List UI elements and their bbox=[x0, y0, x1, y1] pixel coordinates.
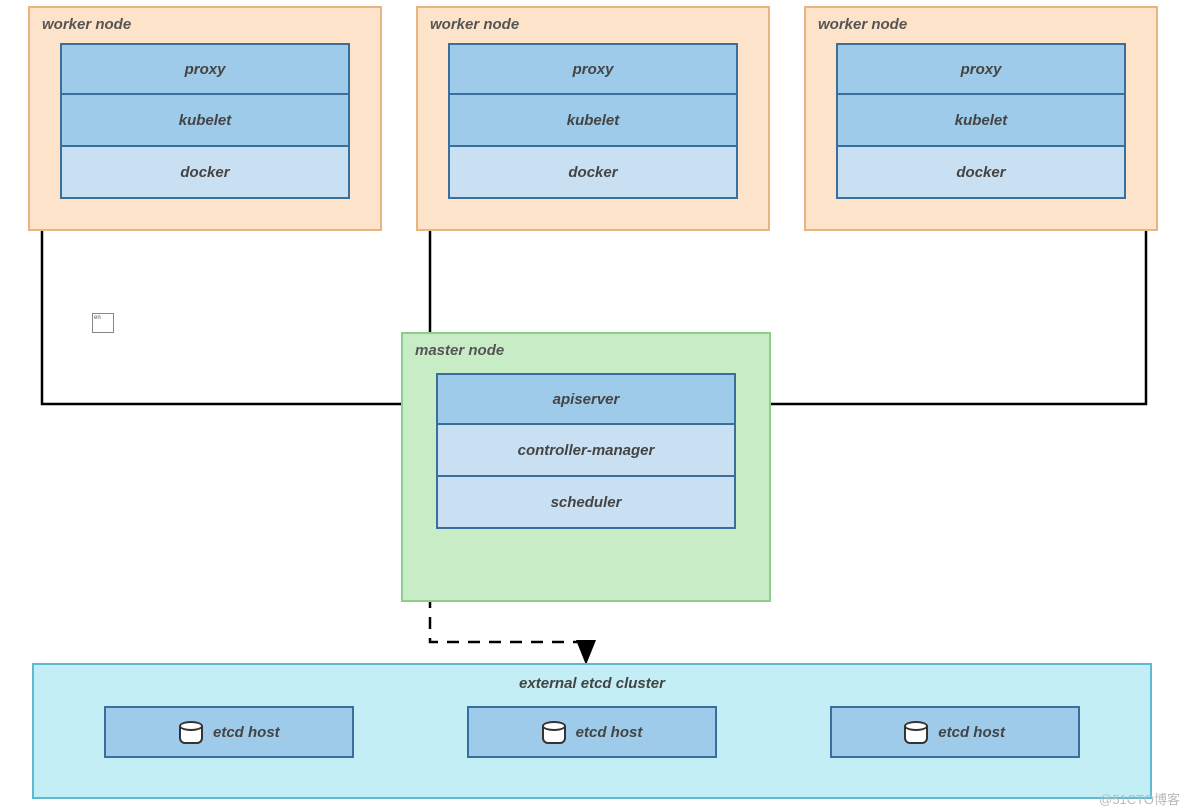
etcd-host: etcd host bbox=[104, 706, 354, 758]
component-kubelet: kubelet bbox=[60, 95, 350, 147]
worker-stack: proxy kubelet docker bbox=[60, 43, 350, 199]
component-proxy: proxy bbox=[836, 43, 1126, 95]
component-proxy: proxy bbox=[448, 43, 738, 95]
etcd-host: etcd host bbox=[830, 706, 1080, 758]
component-docker: docker bbox=[836, 147, 1126, 199]
etcd-host-label: etcd host bbox=[938, 724, 1005, 741]
component-controller-manager: controller-manager bbox=[436, 425, 736, 477]
worker-node-2: worker node proxy kubelet docker bbox=[416, 6, 770, 231]
etcd-cluster-title: external etcd cluster bbox=[48, 675, 1136, 692]
worker-node-title: worker node bbox=[818, 16, 1144, 33]
etcd-host: etcd host bbox=[467, 706, 717, 758]
worker-node-title: worker node bbox=[430, 16, 756, 33]
component-kubelet: kubelet bbox=[448, 95, 738, 147]
watermark-text: @51CTO博客 bbox=[1099, 789, 1180, 808]
external-etcd-cluster: external etcd cluster etcd host etcd hos… bbox=[32, 663, 1152, 799]
ime-indicator-icon: en bbox=[92, 313, 114, 333]
master-stack: apiserver controller-manager scheduler bbox=[436, 373, 736, 529]
worker-stack: proxy kubelet docker bbox=[448, 43, 738, 199]
component-apiserver: apiserver bbox=[436, 373, 736, 425]
etcd-host-label: etcd host bbox=[213, 724, 280, 741]
database-icon bbox=[904, 721, 924, 743]
etcd-hosts-row: etcd host etcd host etcd host bbox=[48, 706, 1136, 758]
component-docker: docker bbox=[60, 147, 350, 199]
worker-node-1: worker node proxy kubelet docker bbox=[28, 6, 382, 231]
database-icon bbox=[179, 721, 199, 743]
component-docker: docker bbox=[448, 147, 738, 199]
master-node: master node apiserver controller-manager… bbox=[401, 332, 771, 602]
worker-stack: proxy kubelet docker bbox=[836, 43, 1126, 199]
component-scheduler: scheduler bbox=[436, 477, 736, 529]
etcd-host-label: etcd host bbox=[576, 724, 643, 741]
component-kubelet: kubelet bbox=[836, 95, 1126, 147]
diagram-canvas: worker node proxy kubelet docker worker … bbox=[0, 0, 1184, 812]
component-proxy: proxy bbox=[60, 43, 350, 95]
master-node-title: master node bbox=[415, 342, 757, 359]
database-icon bbox=[542, 721, 562, 743]
worker-node-3: worker node proxy kubelet docker bbox=[804, 6, 1158, 231]
worker-node-title: worker node bbox=[42, 16, 368, 33]
